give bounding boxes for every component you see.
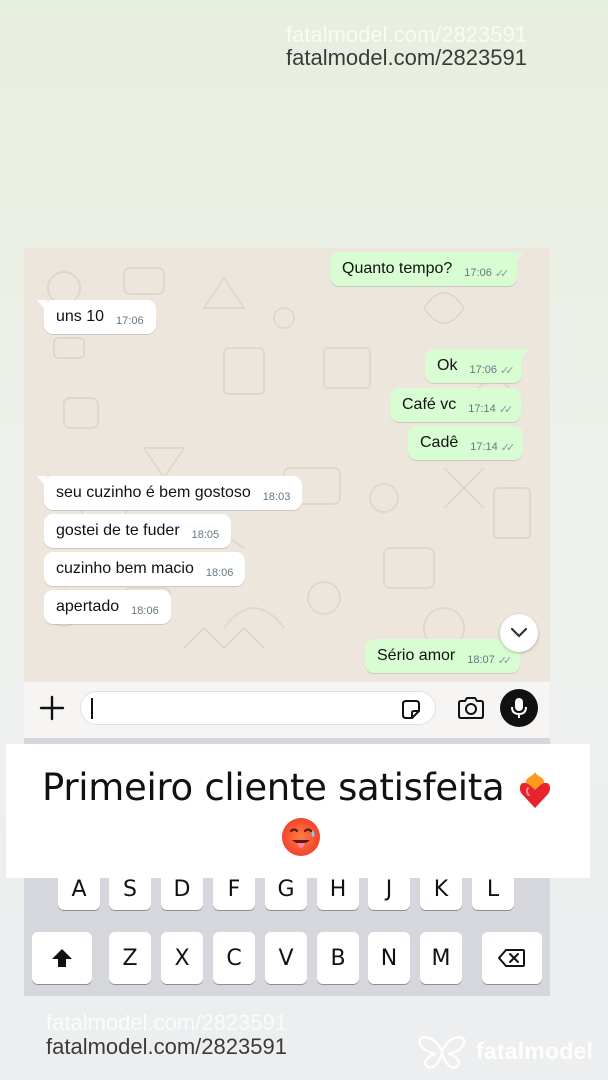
scroll-to-bottom-button[interactable] [500,614,538,652]
heart-on-fire-emoji [519,772,551,808]
message-time: 18:03 [262,491,291,503]
camera-icon[interactable] [456,694,486,722]
key-m[interactable]: M [420,932,462,984]
message-text: Sério amor [377,647,456,664]
backspace-icon [498,949,525,967]
story-caption: Primeiro cliente satisfeita [6,744,590,878]
shift-key[interactable] [32,932,92,984]
key-v[interactable]: V [265,932,307,984]
message-time: 17:06 [469,364,497,376]
brand-logo: fatalmodel [416,1032,593,1070]
sticker-icon[interactable] [399,698,423,722]
chevron-down-icon [511,628,527,638]
message-bubble[interactable]: seu cuzinho é bem gostoso 18:03 [36,476,303,510]
brand-name: fatalmodel [476,1037,594,1064]
key-b[interactable]: B [317,932,359,984]
message-text: Cadê [420,434,459,451]
message-text: apertado [56,598,120,615]
mic-icon [511,698,527,718]
message-bubble[interactable]: Quanto tempo? 17:06 ✓✓ [330,252,525,286]
backspace-key[interactable] [482,932,542,984]
message-bubble[interactable]: gostei de te fuder 18:05 [44,514,232,548]
message-text: Ok [437,357,458,374]
message-time: 18:06 [131,605,159,617]
message-text: cuzinho bem macio [56,560,194,577]
message-bubble[interactable]: Sério amor 18:07 ✓✓ [365,639,528,673]
message-bubble[interactable]: Cadê 17:14 ✓✓ [408,426,524,460]
message-bubble[interactable]: cuzinho bem macio 18:06 [44,552,246,586]
hot-face-emoji [282,818,320,856]
message-input[interactable] [80,691,436,725]
read-ticks-icon: ✓✓ [494,267,510,280]
key-n[interactable]: N [368,932,410,984]
message-time: 17:14 [470,441,498,453]
message-text: Quanto tempo? [342,260,453,277]
message-text: gostei de te fuder [56,522,180,539]
message-text: seu cuzinho é bem gostoso [56,484,251,501]
key-z[interactable]: Z [109,932,151,984]
message-input-bar [24,682,550,738]
key-x[interactable]: X [161,932,203,984]
watermark-bottom: fatalmodel.com/2823591 [46,1034,287,1059]
read-ticks-icon: ✓✓ [498,403,514,416]
message-time: 17:06 [116,315,144,327]
plus-icon[interactable] [38,694,66,722]
read-ticks-icon: ✓✓ [500,441,516,454]
message-bubble[interactable]: Café vc 17:14 ✓✓ [390,388,522,422]
message-time: 17:14 [468,403,496,415]
brand-butterfly-icon [418,1036,466,1069]
key-c[interactable]: C [213,932,255,984]
message-time: 18:07 [467,654,495,666]
message-time: 18:06 [205,567,234,579]
message-bubble[interactable]: Ok 17:06 ✓✓ [425,349,530,383]
read-ticks-icon: ✓✓ [497,654,513,667]
caption-text: Primeiro cliente satisfeita [42,766,505,809]
message-time: 18:05 [191,529,220,541]
mic-button[interactable] [500,689,538,727]
message-bubble[interactable]: apertado 18:06 [44,590,171,624]
read-ticks-icon: ✓✓ [499,364,515,377]
shift-icon [52,949,72,967]
watermark-bottom-shadow: fatalmodel.com/2823591 [46,1010,287,1035]
text-caret [91,698,93,719]
message-text: Café vc [402,396,457,413]
chat-panel: Quanto tempo? 17:06 ✓✓ uns 10 17:06 Ok 1… [24,248,550,682]
watermark-top: fatalmodel.com/2823591 [286,45,527,70]
message-bubble[interactable]: uns 10 17:06 [37,300,156,334]
message-text: uns 10 [56,308,105,325]
message-time: 17:06 [464,267,492,279]
